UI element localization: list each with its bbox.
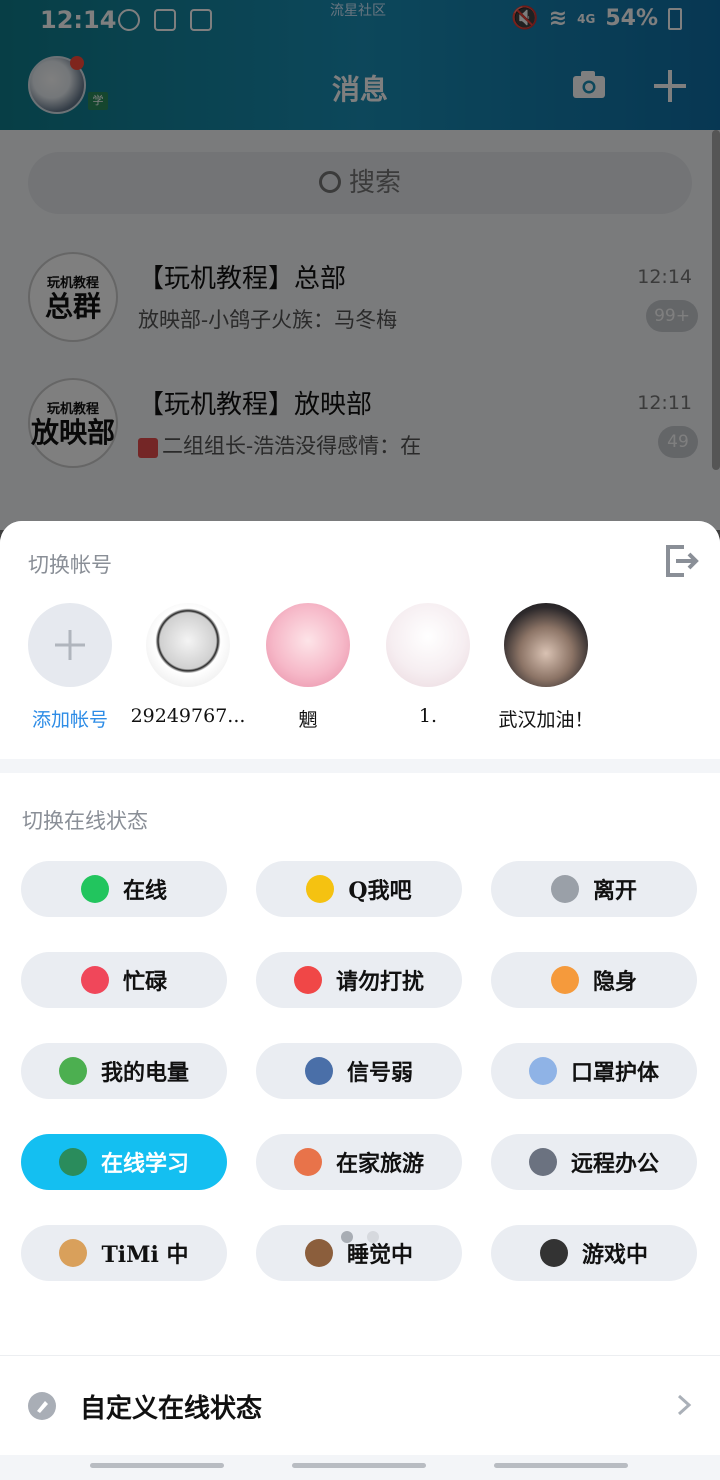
account-switch-panel: 切换帐号 添加帐号 29249767... 魍 1. 武汉加油！ (0, 521, 720, 759)
custom-status-row[interactable]: 自定义在线状态 (0, 1355, 720, 1455)
status-option-label: 信号弱 (346, 1060, 413, 1086)
online-status-title: 切换在线状态 (22, 809, 148, 833)
status-option-label: 在线 (122, 878, 167, 904)
gamepad-icon (539, 1239, 568, 1267)
account-switch-title: 切换帐号 (28, 553, 112, 577)
account-label: 武汉加油！ (498, 709, 594, 731)
status-option-button[interactable]: 忙碌 (21, 952, 227, 1008)
status-option-button[interactable]: 远程办公 (491, 1134, 697, 1190)
add-account-label: 添加帐号 (31, 709, 108, 731)
nav-recent[interactable] (90, 1463, 224, 1468)
account-label: 1. (418, 705, 438, 727)
account-item[interactable]: 1. (368, 603, 488, 727)
status-option-button[interactable]: Q我吧 (256, 861, 462, 917)
account-avatar (266, 603, 350, 687)
status-option-label: 忙碌 (122, 969, 167, 995)
scrollbar[interactable] (712, 130, 720, 470)
online-status-panel: 切换在线状态 在线 Q我吧 离开忙碌 请勿打扰 隐身我的电量 信号弱 口罩护体在线学习 在家旅… (0, 773, 720, 1355)
status-option-button[interactable]: 我的电量 (21, 1043, 227, 1099)
dim-overlay[interactable] (0, 0, 720, 540)
pencil-icon (28, 1392, 56, 1420)
signal-icon (304, 1057, 333, 1085)
status-option-button[interactable]: 口罩护体 (491, 1043, 697, 1099)
nav-back[interactable] (494, 1463, 628, 1468)
battery-icon (58, 1057, 87, 1085)
clock-icon (550, 875, 579, 903)
equals-circle-icon (550, 966, 579, 994)
status-option-label: 在线学习 (100, 1151, 189, 1177)
status-option-label: 在家旅游 (335, 1151, 424, 1177)
status-option-label: 口罩护体 (570, 1060, 659, 1086)
plus-icon (55, 630, 85, 660)
system-nav-bar (0, 1455, 720, 1480)
page-dot (367, 1231, 379, 1243)
bed-icon (304, 1239, 333, 1267)
house-icon (293, 1148, 322, 1176)
logout-icon[interactable] (664, 543, 700, 579)
status-option-button[interactable]: 信号弱 (256, 1043, 462, 1099)
status-option-label: 我的电量 (100, 1060, 189, 1086)
bottom-sheet: 切换帐号 添加帐号 29249767... 魍 1. 武汉加油！ 切换在线状态 … (0, 521, 720, 1480)
account-label: 魍 (298, 709, 318, 731)
account-item[interactable]: 武汉加油！ (486, 603, 606, 732)
account-avatar (504, 603, 588, 687)
status-option-label: 隐身 (592, 969, 637, 995)
account-avatar (386, 603, 470, 687)
no-entry-icon (293, 966, 322, 994)
status-option-button[interactable]: 在线 (21, 861, 227, 917)
add-account-button[interactable]: 添加帐号 (10, 603, 130, 732)
minus-circle-icon (80, 966, 109, 994)
status-option-label: 请勿打扰 (335, 969, 424, 995)
laptop-icon (528, 1148, 557, 1176)
status-option-button[interactable]: 在线学习 (21, 1134, 227, 1190)
status-option-label: 远程办公 (570, 1151, 659, 1177)
account-item[interactable]: 29249767... (128, 603, 248, 727)
nav-home[interactable] (292, 1463, 426, 1468)
add-account-avatar (28, 603, 112, 687)
status-option-button[interactable]: 离开 (491, 861, 697, 917)
account-item[interactable]: 魍 (248, 603, 368, 732)
account-avatar (146, 603, 230, 687)
status-option-label: 离开 (592, 878, 637, 904)
status-option-button[interactable]: 请勿打扰 (256, 952, 462, 1008)
timi-icon (59, 1239, 88, 1267)
page-indicator (0, 1231, 720, 1243)
status-option-button[interactable]: 隐身 (491, 952, 697, 1008)
chevron-right-icon (677, 1394, 692, 1416)
smile-icon (306, 875, 335, 903)
mask-icon (528, 1057, 557, 1085)
status-option-label: Q我吧 (348, 878, 412, 904)
page-dot-active (341, 1231, 353, 1243)
blackboard-icon (58, 1148, 87, 1176)
custom-status-label: 自定义在线状态 (80, 1394, 263, 1424)
status-option-button[interactable]: 在家旅游 (256, 1134, 462, 1190)
account-label: 29249767... (130, 705, 246, 727)
online-dot-icon (80, 875, 109, 903)
